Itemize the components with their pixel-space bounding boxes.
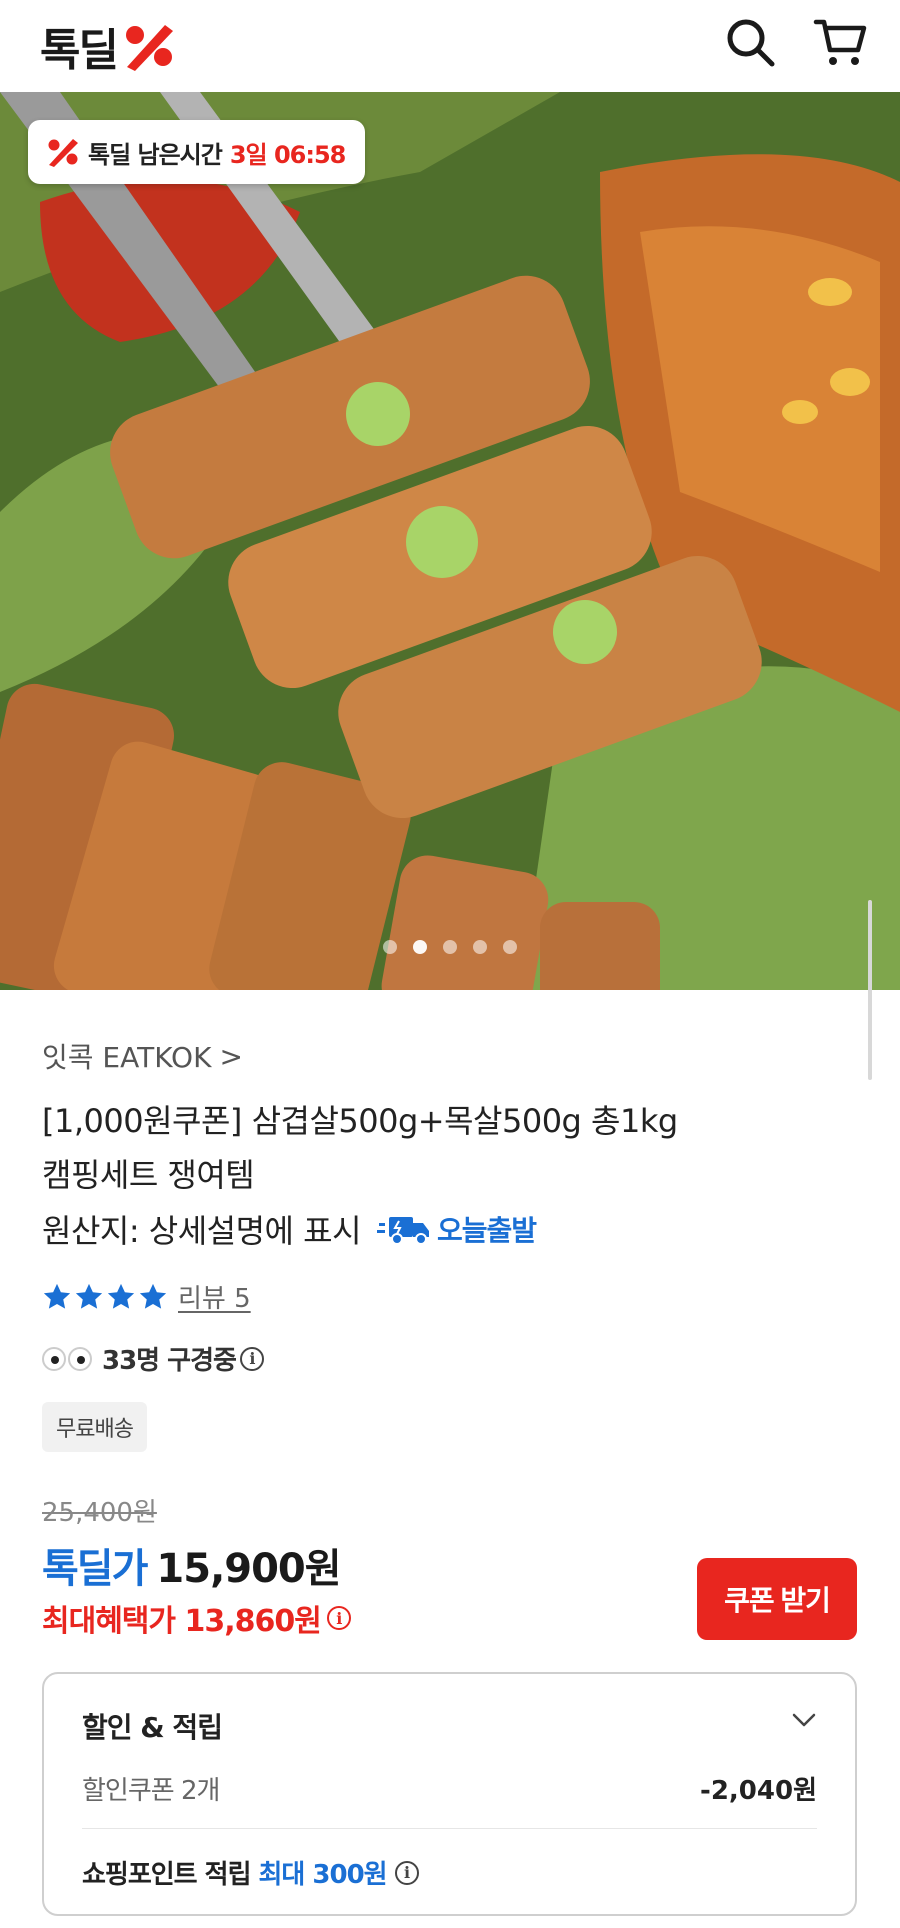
shopping-points-row: 쇼핑포인트 적립 최대 300원 i <box>82 1854 419 1891</box>
product-title-line-1: [1,000원쿠폰] 삼겹살500g+목살500g 총1kg <box>42 1102 678 1140</box>
eye-icon <box>42 1346 66 1371</box>
product-origin: 원산지: 상세설명에 표시 <box>42 1212 362 1250</box>
review-count-link[interactable]: 리뷰 5 <box>178 1278 251 1315</box>
carousel-dots <box>0 940 900 954</box>
percent-mark-icon <box>48 139 78 167</box>
deal-price-row: 톡딜가 15,900원 <box>42 1536 342 1594</box>
star-icon <box>75 1283 103 1309</box>
ship-today-label: 오늘출발 <box>437 1214 537 1247</box>
logo-text: 톡딜 <box>40 25 119 76</box>
deal-timer-label: 톡딜 남은시간 <box>88 140 223 169</box>
product-origin-line: 원산지: 상세설명에 표시 오늘출발 <box>42 1206 537 1252</box>
rating-row[interactable]: 리뷰 5 <box>42 1278 251 1315</box>
chevron-right-icon: > <box>219 1039 243 1073</box>
viewers-row: 33명 구경중 i <box>42 1340 264 1377</box>
eye-icon <box>68 1346 92 1371</box>
max-benefit-price: 최대혜택가 13,860원 <box>42 1604 322 1639</box>
discount-points-panel[interactable]: 할인 & 적립 할인쿠폰 2개 -2,040원 쇼핑포인트 적립 최대 300원… <box>42 1672 857 1916</box>
carousel-dot[interactable] <box>503 940 517 954</box>
chevron-down-icon[interactable] <box>791 1710 817 1730</box>
carousel-dot-active[interactable] <box>413 940 427 954</box>
free-shipping-tag: 무료배송 <box>42 1402 147 1452</box>
cart-icon[interactable] <box>812 14 868 70</box>
ship-today-badge: 오늘출발 <box>377 1209 537 1249</box>
viewer-count: 33명 구경중 <box>102 1346 237 1376</box>
page-scrollbar[interactable] <box>868 900 872 1080</box>
seller-name: 잇콕 EATKOK <box>42 1041 212 1074</box>
deal-price-label: 톡딜가 <box>42 1546 148 1592</box>
star-icon <box>107 1283 135 1309</box>
talkdeal-logo[interactable]: 톡딜 <box>40 14 177 78</box>
max-benefit-price-row: 최대혜택가 13,860원 i <box>42 1596 351 1640</box>
get-coupon-button[interactable]: 쿠폰 받기 <box>697 1558 857 1640</box>
deal-price-value: 15,900원 <box>156 1546 341 1592</box>
info-icon[interactable]: i <box>394 1860 419 1885</box>
carousel-dot[interactable] <box>443 940 457 954</box>
info-icon[interactable]: i <box>326 1606 351 1630</box>
deal-timer-badge: 톡딜 남은시간 3일 06:58 <box>28 120 366 184</box>
seller-link[interactable]: 잇콕 EATKOK > <box>42 1036 243 1076</box>
search-icon[interactable] <box>722 14 778 70</box>
eyes-icon <box>42 1346 92 1371</box>
fast-delivery-truck-icon <box>377 1217 430 1245</box>
discount-points-title: 할인 & 적립 <box>82 1711 223 1744</box>
star-icon <box>139 1283 167 1309</box>
product-photo <box>0 92 900 990</box>
original-price: 25,400원 <box>42 1498 157 1528</box>
carousel-dot[interactable] <box>383 940 397 954</box>
carousel-dot[interactable] <box>473 940 487 954</box>
discount-coupon-value: -2,040원 <box>700 1776 817 1806</box>
top-header: 톡딜 <box>0 0 900 92</box>
star-icon <box>43 1283 71 1309</box>
info-icon[interactable]: i <box>239 1346 264 1371</box>
product-title-line-2: 캠핑세트 쟁여템 <box>42 1156 255 1194</box>
product-image-carousel[interactable]: 톡딜 남은시간 3일 06:58 <box>0 92 900 990</box>
shopping-points-value: 최대 300원 <box>258 1860 388 1890</box>
deal-timer-value: 3일 06:58 <box>229 140 347 169</box>
shopping-points-label: 쇼핑포인트 적립 <box>82 1860 251 1890</box>
percent-mark-icon <box>125 25 173 71</box>
divider <box>82 1828 817 1829</box>
discount-coupon-label: 할인쿠폰 2개 <box>82 1776 220 1806</box>
